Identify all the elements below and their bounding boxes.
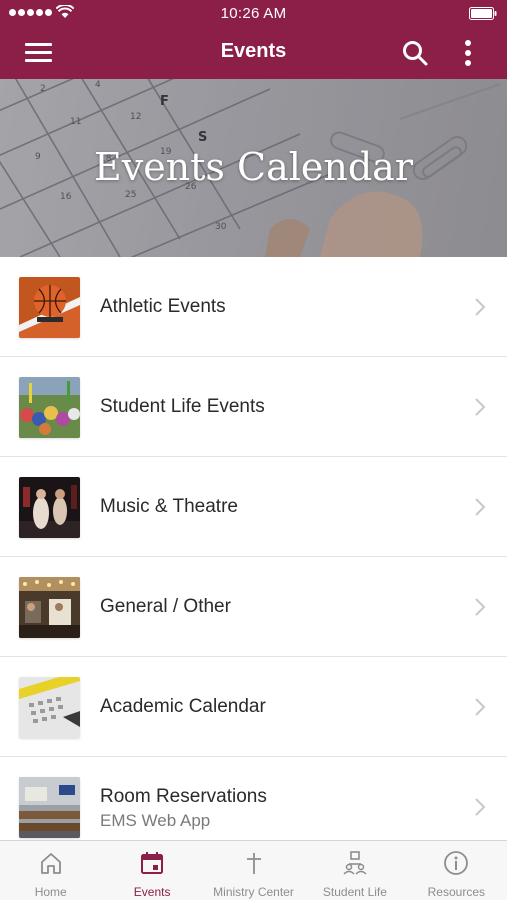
list-item-title: Music & Theatre — [100, 496, 238, 517]
room-thumbnail — [19, 777, 80, 838]
chevron-right-icon — [475, 298, 486, 316]
event-category-list: Athletic Events Student Life Events Musi… — [0, 257, 507, 857]
home-icon — [40, 853, 61, 874]
list-item-title: Student Life Events — [100, 396, 265, 417]
tab-resources[interactable]: Resources — [406, 841, 507, 900]
list-item-subtitle: EMS Web App — [100, 811, 211, 830]
list-item-title: Athletic Events — [100, 296, 226, 317]
general-event-thumbnail — [19, 577, 80, 638]
tab-label: Ministry Center — [213, 885, 294, 899]
list-item-title: Room Reservations — [100, 786, 267, 807]
calendar-thumbnail — [19, 677, 80, 738]
status-bar: 10:26 AM — [0, 0, 507, 28]
student-life-thumbnail — [19, 377, 80, 438]
chevron-right-icon — [475, 798, 486, 816]
tab-events[interactable]: Events — [101, 841, 202, 900]
chevron-right-icon — [475, 498, 486, 516]
theatre-thumbnail — [19, 477, 80, 538]
tab-student-life[interactable]: Student Life — [304, 841, 405, 900]
people-icon — [343, 851, 367, 875]
tab-label: Events — [133, 885, 171, 899]
list-item-athletic-events[interactable]: Athletic Events — [0, 257, 507, 357]
bottom-tab-bar: Home Events Ministry Center Student Life — [0, 840, 507, 900]
page-title: Events — [220, 40, 287, 62]
hero-banner: 2 4 11 12 9 18 19 16 25 26 30 FS Events Calendar — [0, 79, 507, 257]
list-item-title: Academic Calendar — [100, 696, 266, 717]
chevron-right-icon — [475, 598, 486, 616]
list-item-music-theatre[interactable]: Music & Theatre — [0, 457, 507, 557]
tab-ministry-center[interactable]: Ministry Center — [203, 841, 304, 900]
list-item-general-other[interactable]: General / Other — [0, 557, 507, 657]
battery-icon — [469, 7, 497, 20]
cross-icon — [246, 853, 261, 874]
calendar-icon — [141, 852, 164, 874]
search-icon[interactable] — [401, 39, 429, 67]
list-item-student-life-events[interactable]: Student Life Events — [0, 357, 507, 457]
tab-label: Home — [34, 885, 67, 899]
tab-label: Student Life — [322, 885, 387, 899]
app-bar: Events — [0, 28, 507, 79]
tab-home[interactable]: Home — [0, 841, 101, 900]
more-options-button[interactable] — [458, 38, 478, 68]
chevron-right-icon — [475, 398, 486, 416]
list-item-academic-calendar[interactable]: Academic Calendar — [0, 657, 507, 757]
basketball-thumbnail — [19, 277, 80, 338]
list-item-title: General / Other — [100, 596, 231, 617]
info-icon — [444, 851, 469, 875]
chevron-right-icon — [475, 698, 486, 716]
tab-label: Resources — [427, 885, 485, 899]
status-time: 10:26 AM — [220, 5, 287, 22]
top-bar: 10:26 AM Events — [0, 0, 507, 79]
hero-title: Events Calendar — [93, 145, 413, 189]
